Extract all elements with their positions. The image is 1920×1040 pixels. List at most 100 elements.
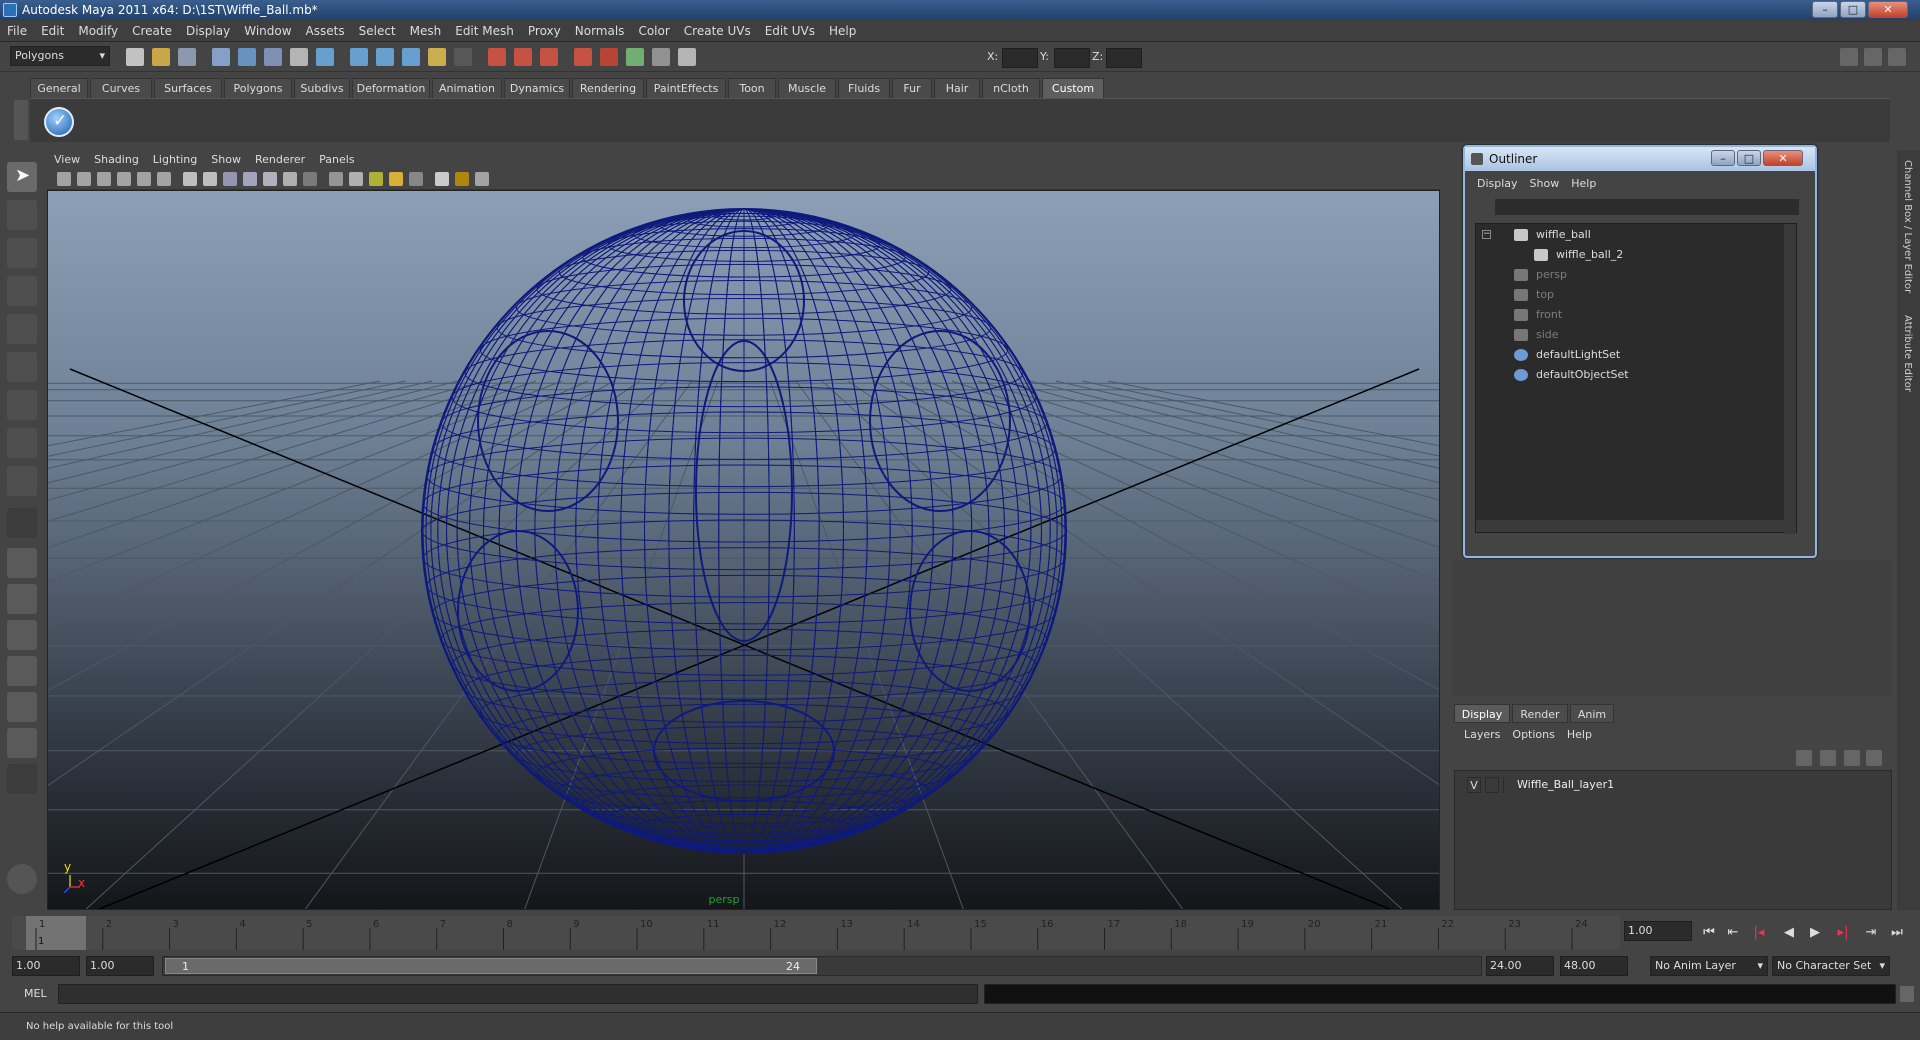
outliner-item[interactable]: wiffle_ball	[1514, 226, 1754, 244]
hand-icon[interactable]	[7, 864, 37, 894]
outliner-horizontal-scrollbar[interactable]	[1476, 520, 1786, 532]
menu-create[interactable]: Create	[125, 20, 179, 42]
resolution-gate-icon[interactable]	[183, 172, 197, 186]
channel-box-tab[interactable]: Channel Box / Layer Editor	[1902, 160, 1913, 293]
shelf-tab-subdivs[interactable]: Subdivs	[294, 78, 350, 98]
snap-point-icon[interactable]	[376, 48, 394, 66]
attribute-editor-toggle-icon[interactable]	[1888, 48, 1906, 66]
outliner-item[interactable]: defaultLightSet	[1514, 346, 1754, 364]
time-slider[interactable]: 1 2 3 4 5 6 7 8 9 10 11 12 13 14 15 16 17 18 19 20 21 22 23 24 1	[12, 916, 1620, 950]
outliner-menu-show[interactable]: Show	[1524, 175, 1566, 193]
shelf-tab-deformation[interactable]: Deformation	[352, 78, 430, 98]
minimize-button[interactable]: –	[1812, 1, 1838, 18]
textured-icon[interactable]	[283, 172, 297, 186]
move-tool-icon[interactable]	[7, 276, 37, 306]
menu-mesh[interactable]: Mesh	[403, 20, 449, 42]
shelf-tab-fur[interactable]: Fur	[892, 78, 932, 98]
y-coord-input[interactable]	[1054, 48, 1090, 68]
command-language-label[interactable]: MEL	[24, 987, 47, 1000]
lasso-tool-icon[interactable]	[7, 200, 37, 230]
character-set-dropdown[interactable]: No Character Set ▾	[1772, 956, 1890, 976]
layout-menu-icon[interactable]	[7, 764, 37, 794]
layer-membership-icon[interactable]	[1866, 750, 1882, 766]
shelf-tab-general[interactable]: General	[30, 78, 88, 98]
layer-menu-options[interactable]: Options	[1506, 726, 1560, 744]
viewport-menu-renderer[interactable]: Renderer	[248, 150, 312, 170]
play-backwards-icon[interactable]: ◀	[1780, 924, 1798, 942]
menu-modify[interactable]: Modify	[71, 20, 125, 42]
outliner-minimize-button[interactable]: –	[1711, 150, 1735, 166]
layer-menu-help[interactable]: Help	[1561, 726, 1598, 744]
xray-icon[interactable]	[349, 172, 363, 186]
last-tool-icon[interactable]	[7, 508, 37, 538]
shelf-tab-curves[interactable]: Curves	[90, 78, 152, 98]
outliner-list[interactable]: − wiffle_ball wiffle_ball_2 persp top front s…	[1475, 223, 1797, 534]
layer-menu-layers[interactable]: Layers	[1458, 726, 1506, 744]
menu-normals[interactable]: Normals	[568, 20, 632, 42]
current-frame-highlight[interactable]	[26, 916, 86, 950]
snap-view-plane-icon[interactable]	[402, 48, 420, 66]
history-toggle-icon[interactable]	[678, 48, 696, 66]
rotate-tool-icon[interactable]	[7, 314, 37, 344]
hypershade-layout-icon[interactable]	[7, 692, 37, 722]
select-tool-icon[interactable]: ➤	[7, 162, 37, 192]
menu-window[interactable]: Window	[237, 20, 298, 42]
layer-display-type-toggle[interactable]	[1485, 777, 1499, 793]
shelf-tab-animation[interactable]: Animation	[432, 78, 502, 98]
menu-help[interactable]: Help	[822, 20, 863, 42]
anim-layer-dropdown[interactable]: No Anim Layer ▾	[1650, 956, 1768, 976]
grid-toggle-icon[interactable]	[137, 172, 151, 186]
shelf-tab-custom[interactable]: Custom	[1042, 78, 1104, 98]
graph-layout-icon[interactable]	[7, 656, 37, 686]
viewport-menu-panels[interactable]: Panels	[312, 150, 361, 170]
image-plane-icon[interactable]	[117, 172, 131, 186]
use-all-lights-icon[interactable]	[303, 172, 317, 186]
shelf-tab-muscle[interactable]: Muscle	[778, 78, 836, 98]
attribute-editor-tab[interactable]: Attribute Editor	[1902, 315, 1913, 392]
step-back-key-icon[interactable]: ⇤	[1724, 924, 1742, 942]
outliner-layout-icon[interactable]	[7, 620, 37, 650]
shadows-icon[interactable]	[329, 172, 343, 186]
x-coord-input[interactable]	[1002, 48, 1038, 68]
menu-set-dropdown[interactable]: Polygons ▾	[10, 46, 110, 66]
animation-end-field[interactable]: 48.00	[1560, 956, 1628, 976]
wireframe-icon[interactable]	[223, 172, 237, 186]
safe-action-icon[interactable]	[203, 172, 217, 186]
menu-color[interactable]: Color	[631, 20, 676, 42]
collapse-toggle-icon[interactable]: −	[1482, 230, 1491, 239]
input-ops-icon[interactable]	[454, 48, 472, 66]
outliner-item[interactable]: front	[1514, 306, 1754, 324]
dope-sheet-layout-icon[interactable]	[7, 728, 37, 758]
snap-grid-icon[interactable]	[316, 48, 334, 66]
viewport-menu-view[interactable]: View	[47, 150, 87, 170]
shelf-tab-toon[interactable]: Toon	[728, 78, 776, 98]
shelf-tab-painteffects[interactable]: PaintEffects	[646, 78, 726, 98]
layer-color-swatch[interactable]	[1503, 777, 1515, 793]
xray-joints-icon[interactable]	[389, 172, 403, 186]
menu-assets[interactable]: Assets	[299, 20, 352, 42]
layer-tab-anim[interactable]: Anim	[1570, 704, 1614, 723]
select-component-icon[interactable]	[264, 48, 282, 66]
step-back-frame-icon[interactable]: |◂	[1750, 924, 1768, 942]
open-scene-icon[interactable]	[152, 48, 170, 66]
menu-edit-mesh[interactable]: Edit Mesh	[448, 20, 521, 42]
outliner-close-button[interactable]: ✕	[1763, 150, 1803, 166]
layer-visibility-toggle[interactable]: V	[1467, 777, 1481, 793]
show-manipulator-icon[interactable]	[7, 466, 37, 496]
outliner-item[interactable]: side	[1514, 326, 1754, 344]
channel-box-toggle-icon[interactable]	[1864, 48, 1882, 66]
isolate-select-icon[interactable]	[369, 172, 383, 186]
viewport-menu-shading[interactable]: Shading	[87, 150, 146, 170]
camera-attributes-icon[interactable]	[77, 172, 91, 186]
viewport-menu-show[interactable]: Show	[204, 150, 248, 170]
outliner-menu-help[interactable]: Help	[1565, 175, 1602, 193]
perspective-viewport[interactable]: y x persp	[47, 190, 1440, 910]
outliner-filter-input[interactable]	[1495, 199, 1799, 215]
shelf-tab-surfaces[interactable]: Surfaces	[154, 78, 222, 98]
close-button[interactable]: ✕	[1868, 1, 1908, 18]
current-time-field[interactable]: 1.00	[1624, 921, 1692, 941]
manipulator-tool-icon[interactable]	[7, 390, 37, 420]
show-lights-icon[interactable]	[475, 172, 489, 186]
layer-row[interactable]: V Wiffle_Ball_layer1	[1465, 777, 1893, 795]
wireframe-on-shaded-icon[interactable]	[263, 172, 277, 186]
